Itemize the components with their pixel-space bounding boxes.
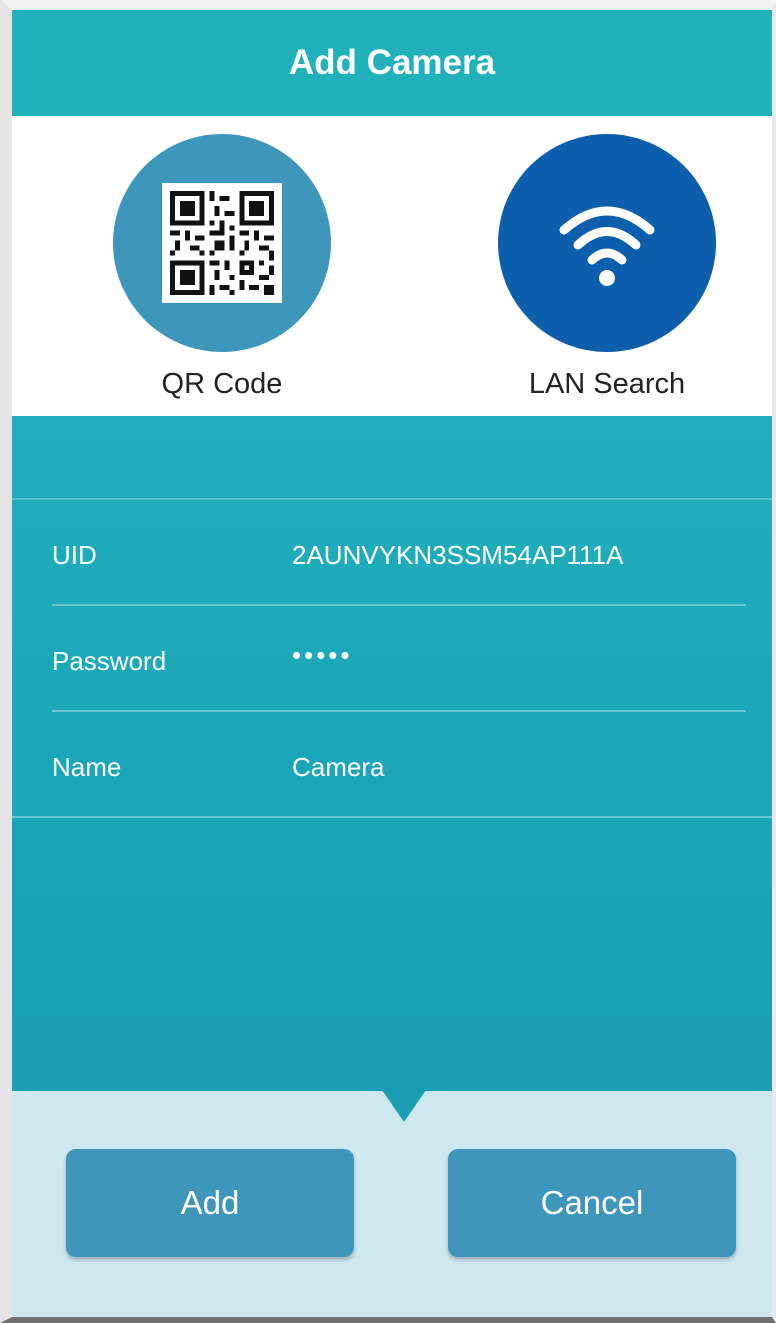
camera-form: UID 2AUNVYKN3SSM54AP111A Password ••••• … bbox=[12, 416, 772, 1091]
wifi-icon bbox=[559, 206, 655, 286]
pointer-arrow bbox=[382, 1090, 426, 1122]
qr-code-option[interactable]: QR Code bbox=[92, 134, 352, 409]
lan-search-label: LAN Search bbox=[528, 368, 686, 400]
qr-code-button[interactable] bbox=[113, 134, 331, 352]
add-method-selector: QR Code LAN Search bbox=[12, 116, 772, 416]
name-label: Name bbox=[52, 752, 122, 782]
name-field[interactable]: Name Camera bbox=[12, 712, 772, 818]
qr-code-label: QR Code bbox=[161, 368, 283, 400]
title-bar: Add Camera bbox=[12, 10, 772, 116]
qr-code-icon bbox=[162, 183, 282, 303]
password-label: Password bbox=[52, 646, 167, 676]
name-input[interactable]: Camera bbox=[292, 752, 384, 783]
lan-search-button[interactable] bbox=[498, 134, 716, 352]
lan-search-option[interactable]: LAN Search bbox=[477, 134, 737, 409]
add-button[interactable]: Add bbox=[66, 1149, 354, 1257]
page-title: Add Camera bbox=[288, 43, 496, 82]
password-input[interactable]: ••••• bbox=[292, 640, 353, 671]
divider bbox=[12, 816, 772, 818]
password-field[interactable]: Password ••••• bbox=[12, 606, 772, 712]
uid-input[interactable]: 2AUNVYKN3SSM54AP111A bbox=[292, 540, 623, 571]
app-screen: Add Camera QR Code LAN Search UID 2AUNVY… bbox=[0, 0, 776, 1323]
uid-label: UID bbox=[52, 540, 97, 570]
uid-field[interactable]: UID 2AUNVYKN3SSM54AP111A bbox=[12, 500, 772, 606]
action-bar: Add Cancel bbox=[12, 1090, 772, 1317]
cancel-button[interactable]: Cancel bbox=[448, 1149, 736, 1257]
